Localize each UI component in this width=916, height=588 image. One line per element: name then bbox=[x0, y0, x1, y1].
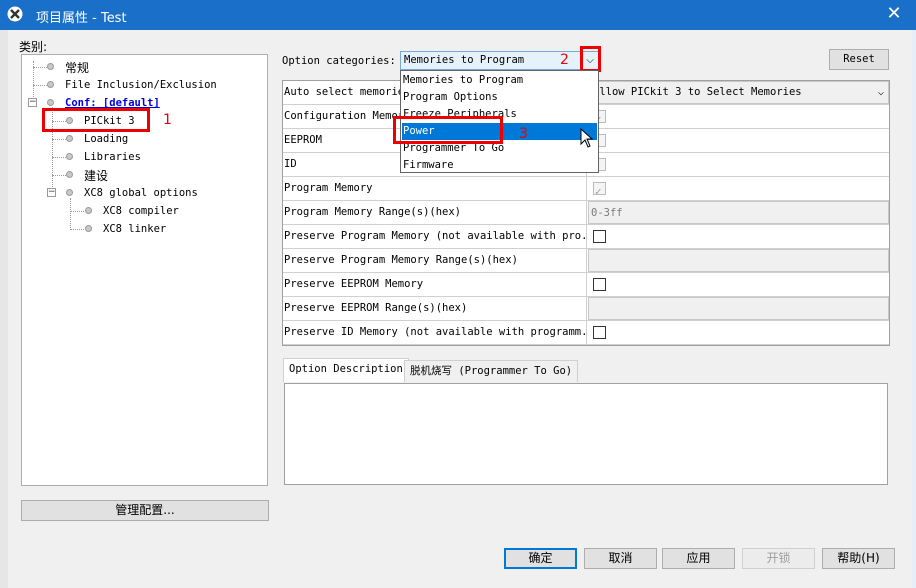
app-icon bbox=[7, 6, 23, 22]
title-bar: 项目属性 - Test ✕ bbox=[0, 0, 916, 30]
grid-row-name: Program Memory Range(s)(hex) bbox=[283, 201, 587, 224]
grid-row-name: Preserve Program Memory (not available w… bbox=[283, 225, 587, 248]
grid-row-value bbox=[588, 129, 889, 152]
node-bullet-icon bbox=[66, 189, 73, 196]
node-bullet-icon bbox=[66, 153, 73, 160]
grid-row: Program Memory bbox=[283, 177, 889, 203]
tree-item-xc8-compiler[interactable]: XC8 compiler bbox=[103, 205, 179, 217]
preserve-program-memory-checkbox[interactable] bbox=[593, 230, 606, 243]
cancel-button[interactable]: 取消 bbox=[584, 548, 657, 569]
node-bullet-icon bbox=[85, 225, 92, 232]
background-window-edge bbox=[0, 30, 8, 588]
grid-row-name: Program Memory bbox=[283, 177, 587, 200]
window-title: 项目属性 - Test bbox=[36, 11, 127, 26]
tree-line bbox=[33, 67, 47, 68]
tree-line bbox=[70, 211, 84, 212]
grid-row-name: Preserve EEPROM Memory bbox=[283, 273, 587, 296]
grid-row-name: Preserve Program Memory Range(s)(hex) bbox=[283, 249, 587, 272]
highlight-box-1 bbox=[42, 108, 150, 132]
highlight-box-3 bbox=[393, 116, 503, 144]
tree-line bbox=[52, 157, 66, 158]
node-bullet-icon bbox=[66, 171, 73, 178]
tab-programmer-to-go[interactable]: 脱机烧写 (Programmer To Go) bbox=[404, 360, 579, 382]
close-icon[interactable]: ✕ bbox=[884, 4, 904, 24]
node-bullet-icon bbox=[47, 63, 54, 70]
option-categories-label: Option categories: bbox=[282, 55, 396, 67]
mouse-cursor-icon bbox=[580, 128, 594, 148]
node-bullet-icon bbox=[47, 99, 54, 106]
tree-line bbox=[33, 85, 47, 86]
tree-item-xc8-linker[interactable]: XC8 linker bbox=[103, 223, 166, 235]
grid-row: Program Memory Range(s)(hex) 0-3ff bbox=[283, 201, 889, 225]
annotation-number-2: 2 bbox=[560, 52, 569, 68]
grid-row-value bbox=[588, 153, 889, 176]
dropdown-item-memories[interactable]: Memories to Program bbox=[402, 72, 597, 89]
collapse-icon[interactable]: − bbox=[28, 98, 37, 107]
tree-line bbox=[52, 175, 66, 176]
preserve-program-range-field[interactable] bbox=[588, 249, 889, 272]
grid-row-name: Preserve EEPROM Range(s)(hex) bbox=[283, 297, 587, 320]
tree-item-file-inclusion[interactable]: File Inclusion/Exclusion bbox=[65, 79, 217, 91]
program-memory-range-field[interactable]: 0-3ff bbox=[588, 201, 889, 224]
node-bullet-icon bbox=[66, 135, 73, 142]
tree-item-libraries[interactable]: Libraries bbox=[84, 151, 141, 163]
preserve-eeprom-checkbox[interactable] bbox=[593, 278, 606, 291]
grid-row-value bbox=[588, 273, 889, 296]
node-bullet-icon bbox=[47, 81, 54, 88]
grid-row-value bbox=[588, 177, 889, 203]
annotation-number-3: 3 bbox=[519, 126, 528, 142]
annotation-number-1: 1 bbox=[163, 112, 172, 128]
tree-item-general[interactable]: 常规 bbox=[65, 59, 89, 76]
collapse-icon[interactable]: − bbox=[47, 188, 56, 197]
chevron-down-icon[interactable]: ⌵ bbox=[878, 82, 884, 103]
program-memory-checkbox[interactable] bbox=[593, 180, 606, 203]
node-bullet-icon bbox=[85, 207, 92, 214]
grid-row-value bbox=[588, 105, 889, 131]
grid-row: Preserve EEPROM Memory bbox=[283, 273, 889, 297]
unlock-button[interactable]: 开锁 bbox=[742, 548, 815, 569]
manage-config-button[interactable]: 管理配置... bbox=[21, 500, 269, 521]
grid-row-value bbox=[588, 321, 889, 344]
tree-item-xc8-global[interactable]: XC8 global options bbox=[84, 187, 198, 199]
dropdown-item-firmware[interactable]: Firmware bbox=[402, 157, 597, 174]
tree-line bbox=[70, 229, 84, 230]
categories-label: 类别: bbox=[19, 40, 48, 54]
apply-button[interactable]: 应用 bbox=[662, 548, 735, 569]
option-categories-select[interactable]: Memories to Program bbox=[400, 51, 599, 70]
auto-select-value: Allow PICkit 3 to Select Memories bbox=[593, 86, 802, 98]
auto-select-dropdown[interactable]: Allow PICkit 3 to Select Memories ⌵ bbox=[588, 81, 889, 104]
ok-button[interactable]: 确定 bbox=[504, 548, 577, 569]
tree-line bbox=[70, 198, 71, 230]
grid-row-name: Preserve ID Memory (not available with p… bbox=[283, 321, 587, 344]
grid-row: Preserve ID Memory (not available with p… bbox=[283, 321, 889, 345]
dropdown-item-program-options[interactable]: Program Options bbox=[402, 89, 597, 106]
reset-button[interactable]: Reset bbox=[829, 49, 889, 70]
preserve-id-checkbox[interactable] bbox=[593, 326, 606, 339]
tree-item-loading[interactable]: Loading bbox=[84, 133, 128, 145]
grid-row: Preserve EEPROM Range(s)(hex) bbox=[283, 297, 889, 321]
option-description-panel bbox=[284, 383, 888, 485]
tree-item-build[interactable]: 建设 bbox=[84, 167, 108, 184]
tree-line bbox=[52, 139, 66, 140]
grid-row-value bbox=[588, 225, 889, 248]
grid-row: Preserve Program Memory Range(s)(hex) bbox=[283, 249, 889, 273]
help-button[interactable]: 帮助(H) bbox=[822, 548, 895, 569]
highlight-box-2 bbox=[580, 46, 601, 72]
grid-row: Preserve Program Memory (not available w… bbox=[283, 225, 889, 249]
preserve-eeprom-range-field[interactable] bbox=[588, 297, 889, 320]
tab-option-description[interactable]: Option Description bbox=[283, 358, 409, 382]
